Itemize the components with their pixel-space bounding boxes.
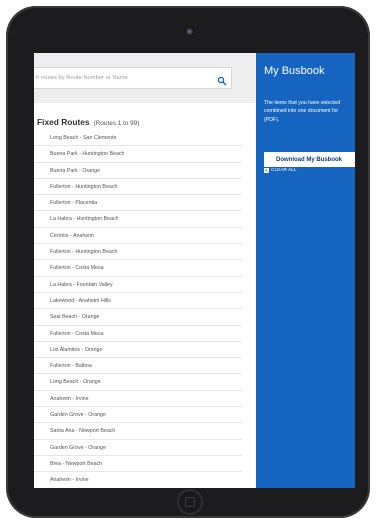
- download-busbook-button[interactable]: Download My Busbook: [264, 152, 355, 167]
- section-title-text: Fixed Routes: [37, 117, 90, 127]
- clear-all-label: CLEAR ALL: [271, 168, 297, 173]
- search-input[interactable]: [34, 68, 212, 88]
- busbook-description: The items that you have selected combine…: [264, 99, 355, 124]
- busbook-description-line: (PDF).: [264, 116, 280, 123]
- route-item[interactable]: Anaheim - Irvine: [34, 472, 242, 488]
- camera-icon: [186, 28, 193, 35]
- route-item[interactable]: Fullerton - Placentia: [34, 195, 242, 212]
- busbook-title: My Busbook: [264, 65, 325, 77]
- route-item[interactable]: Fullerton - Costa Mesa: [34, 260, 242, 277]
- search-bar: [34, 53, 256, 103]
- route-item[interactable]: Garden Grove - Orange: [34, 440, 242, 456]
- route-item[interactable]: Lakewood - Anaheim Hills: [34, 293, 242, 310]
- screen: Fixed Routes(Routes 1 to 99) Long Beach …: [34, 53, 355, 488]
- routes-panel: Fixed Routes(Routes 1 to 99) Long Beach …: [34, 53, 256, 488]
- route-item[interactable]: La Habra - Fountain Valley: [34, 277, 242, 293]
- route-item[interactable]: Fullerton - Huntington Beach: [34, 244, 242, 261]
- route-item[interactable]: Cerritos - Anaheim: [34, 228, 242, 245]
- search-box: [34, 67, 232, 89]
- route-item[interactable]: Fullerton - Costa Mesa: [34, 326, 242, 342]
- route-item[interactable]: Anaheim - Irvine: [34, 391, 242, 408]
- busbook-description-line: The items that you have selected: [264, 100, 341, 106]
- route-item[interactable]: Long Beach - San Clemente: [34, 130, 242, 147]
- route-list: Long Beach - San Clemente Buena Park - H…: [34, 130, 242, 488]
- route-item[interactable]: Santa Ana - Newport Beach: [34, 423, 242, 440]
- route-item[interactable]: Fullerton - Huntington Beach: [34, 179, 242, 196]
- search-icon[interactable]: [217, 73, 227, 86]
- home-button[interactable]: [177, 489, 203, 515]
- route-item[interactable]: Los Alamitos - Orange: [34, 342, 242, 359]
- close-icon: ×: [264, 168, 269, 173]
- busbook-panel: My Busbook The items that you have selec…: [256, 53, 355, 488]
- route-item[interactable]: Buena Park - Huntington Beach: [34, 146, 242, 163]
- route-item[interactable]: Fullerton - Balboa: [34, 358, 242, 375]
- section-title: Fixed Routes (Routes 1 to 99): [37, 117, 139, 127]
- section-subtitle: (Routes 1 to 99): [93, 120, 140, 127]
- tablet-frame: Fixed Routes(Routes 1 to 99) Long Beach …: [6, 6, 370, 518]
- busbook-description-line: combined into one document for: [264, 108, 339, 115]
- route-item[interactable]: Long Beach - Orange: [34, 374, 242, 391]
- route-item[interactable]: Garden Grove - Orange: [34, 407, 242, 424]
- route-item[interactable]: Seal Beach - Orange: [34, 309, 242, 326]
- route-item[interactable]: Brea - Newport Beach: [34, 456, 242, 473]
- route-item[interactable]: La Habra - Huntington Beach: [34, 211, 242, 228]
- clear-all-link[interactable]: × CLEAR ALL: [264, 168, 297, 173]
- route-item[interactable]: Buena Park - Orange: [34, 163, 242, 179]
